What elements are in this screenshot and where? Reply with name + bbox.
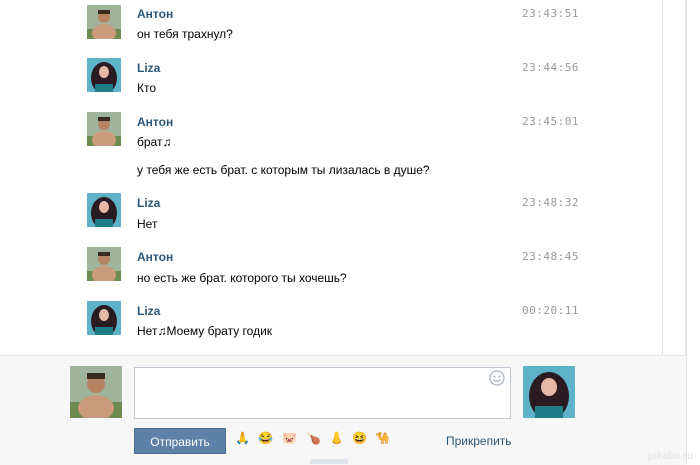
- send-button[interactable]: Отправить: [134, 428, 226, 454]
- message-time: 00:20:11: [522, 304, 579, 317]
- emoji-laugh-icon[interactable]: 😆: [352, 431, 370, 449]
- emoji-joy-icon[interactable]: 😂: [258, 431, 276, 449]
- avatar-liza[interactable]: [87, 58, 121, 92]
- my-avatar[interactable]: [70, 366, 122, 418]
- message-author[interactable]: Liza: [137, 61, 160, 75]
- message-author[interactable]: Антон: [137, 115, 173, 129]
- message-text: у тебя же есть брат. с которым ты лизала…: [137, 163, 430, 177]
- avatar-liza[interactable]: [87, 193, 121, 227]
- message-time: 23:44:56: [522, 61, 579, 74]
- message-author[interactable]: Liza: [137, 196, 160, 210]
- message-input[interactable]: [134, 367, 511, 419]
- attach-link[interactable]: Прикрепить: [446, 434, 512, 448]
- avatar-anton[interactable]: [87, 5, 121, 39]
- message-author[interactable]: Антон: [137, 7, 173, 21]
- avatar-anton[interactable]: [87, 112, 121, 146]
- message-author[interactable]: Liza: [137, 304, 160, 318]
- message-time: 23:48:32: [522, 196, 579, 209]
- avatar-anton[interactable]: [87, 247, 121, 281]
- message-text: Нет: [137, 217, 158, 231]
- bottom-tab: [310, 459, 348, 464]
- emoji-drumstick-icon[interactable]: 🍗: [306, 431, 324, 449]
- message-time: 23:43:51: [522, 7, 579, 20]
- message-text: но есть же брат. которого ты хочешь?: [137, 271, 347, 285]
- message-time: 23:48:45: [522, 250, 579, 263]
- message-author[interactable]: Антон: [137, 250, 173, 264]
- smile-icon[interactable]: [489, 370, 505, 386]
- emoji-camel-icon[interactable]: 🐪: [375, 431, 393, 449]
- watermark: pikabu.ru: [648, 451, 694, 462]
- dialog-history: Антон 23:43:51 он тебя трахнул? Liza 23:…: [0, 0, 663, 355]
- message-text: Кто: [137, 81, 157, 95]
- message-time: 23:45:01: [522, 115, 579, 128]
- emoji-pig-icon[interactable]: 🐷: [282, 431, 300, 449]
- message-text: Нет♫Моему брату годик: [137, 324, 273, 338]
- message-text: он тебя трахнул?: [137, 27, 233, 41]
- avatar-liza[interactable]: [87, 301, 121, 335]
- peer-avatar[interactable]: [523, 366, 575, 418]
- emoji-nose-icon[interactable]: 👃: [329, 431, 347, 449]
- emoji-pray-icon[interactable]: 🙏: [235, 431, 253, 449]
- message-text: брат♫: [137, 135, 172, 149]
